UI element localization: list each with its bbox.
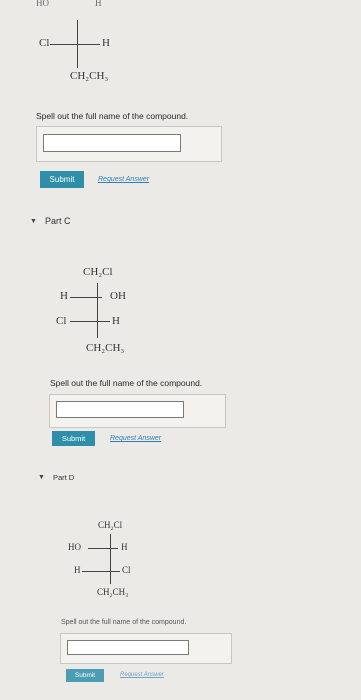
right-substituent: H [102,37,110,49]
bottom-substituent: CH₂CH₃ [97,587,129,597]
part-c-header[interactable]: ▼ Part C [30,216,70,226]
collapse-caret-icon: ▼ [30,217,37,225]
part-c-request-answer-link[interactable]: Request Answer [110,435,161,442]
part-b-prompt: Spell out the full name of the compound. [36,111,189,121]
row2-right-substituent: Cl [122,565,131,575]
part-d-title: Part D [52,473,75,482]
top-substituent: CH₂Cl [98,520,123,530]
part-c-submit-button[interactable]: Submit [52,431,95,446]
part-d-prompt: Spell out the full name of the compound. [61,619,187,626]
left-bond-row1 [88,548,118,549]
row2-left-substituent: Cl [56,315,67,327]
part-d-answer-input[interactable] [67,640,189,655]
row1-right-substituent: H [121,542,128,552]
top-substituent: CH₂Cl [83,266,113,278]
bottom-substituent: CH₂CH₃ [86,342,125,354]
vertical-bond [97,283,98,338]
row2-right-substituent: H [112,315,120,327]
collapse-caret-icon: ▼ [38,474,45,481]
part-b-request-answer-link[interactable]: Request Answer [98,176,149,183]
part-b-answer-input[interactable] [43,134,181,152]
structure-top-right-label: H [95,0,102,8]
left-bond-row1 [70,297,102,298]
left-bond-row2 [70,321,110,322]
part-c-answer-area [49,394,226,428]
part-b-submit-button[interactable]: Submit [40,171,84,188]
part-d-answer-area [60,633,232,664]
bottom-substituent: CH₂CH₃ [70,70,109,82]
row1-right-substituent: OH [110,290,126,302]
left-substituent: Cl [39,37,50,49]
structure-top-left-label: HO [36,0,49,8]
part-c-title: Part C [44,216,71,226]
part-c-answer-input[interactable] [56,401,184,418]
row2-left-substituent: H [74,565,81,575]
row1-left-substituent: H [60,290,68,302]
vertical-bond [110,534,111,584]
part-d-header[interactable]: ▼ Part D [38,473,74,482]
horizontal-bond [50,44,100,45]
part-d-request-answer-link[interactable]: Request Answer [120,672,164,678]
left-bond-row2 [82,571,120,572]
row1-left-substituent: HO [68,542,81,552]
part-b-answer-area [36,126,222,162]
part-c-prompt: Spell out the full name of the compound. [50,378,203,388]
part-d-submit-button[interactable]: Submit [66,669,104,682]
